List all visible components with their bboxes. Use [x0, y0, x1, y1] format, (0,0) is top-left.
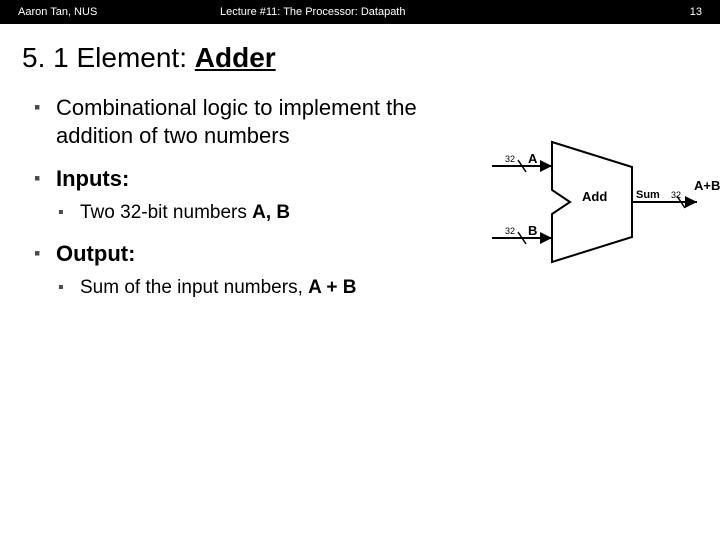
lecture-title: Lecture #11: The Processor: Datapath — [220, 6, 405, 18]
author-text: Aaron Tan, NUS — [18, 6, 97, 18]
slide-body: Combinational logic to implement the add… — [34, 94, 700, 300]
output-label: Output: — [56, 241, 135, 266]
label-sum: Sum — [636, 189, 660, 201]
label-apb: A+B — [694, 178, 720, 193]
adder-svg — [482, 142, 720, 272]
title-main: Adder — [195, 42, 276, 73]
label-add: Add — [582, 189, 607, 204]
output-item: Sum of the input numbers, A + B — [58, 276, 476, 300]
page-number: 13 — [690, 6, 702, 18]
output-bold: A + B — [308, 277, 356, 298]
inputs-sublist: Two 32-bit numbers A, B — [58, 201, 476, 225]
adder-diagram: A 32 B 32 Add Sum A+B 32 — [482, 142, 720, 272]
bullet-output: Output: Sum of the input numbers, A + B — [34, 240, 476, 299]
inputs-item: Two 32-bit numbers A, B — [58, 201, 476, 225]
label-a: A — [528, 151, 537, 166]
width-b: 32 — [505, 226, 515, 236]
slide-header: Aaron Tan, NUS Lecture #11: The Processo… — [0, 0, 720, 24]
inputs-label: Inputs: — [56, 166, 129, 191]
page-title: 5. 1 Element: Adder — [22, 42, 720, 74]
bullet-inputs: Inputs: Two 32-bit numbers A, B — [34, 165, 476, 224]
width-out: 32 — [671, 190, 681, 200]
title-prefix: 5. 1 Element: — [22, 42, 195, 73]
inputs-text: Two 32-bit numbers — [80, 202, 252, 223]
bullet-combinational: Combinational logic to implement the add… — [34, 94, 476, 149]
width-a: 32 — [505, 154, 515, 164]
output-text: Sum of the input numbers, — [80, 277, 308, 298]
output-sublist: Sum of the input numbers, A + B — [58, 276, 476, 300]
inputs-bold: A, B — [252, 202, 290, 223]
label-b: B — [528, 223, 537, 238]
